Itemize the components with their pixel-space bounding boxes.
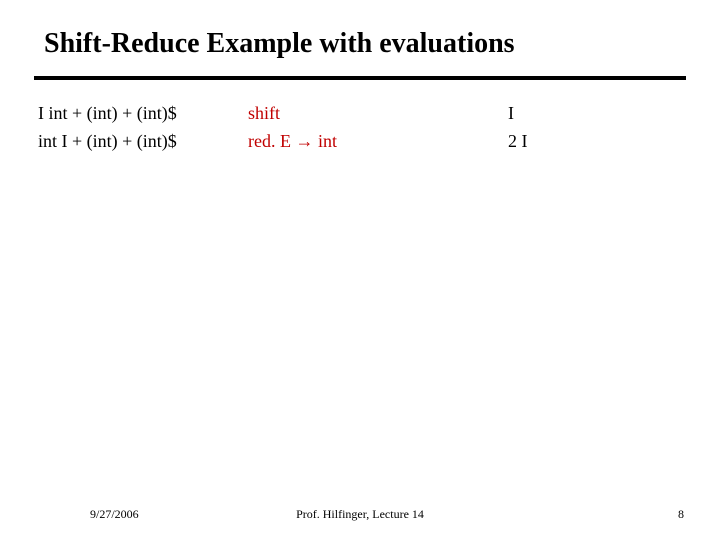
parse-eval: I <box>508 100 514 126</box>
parse-action: shift <box>248 100 508 126</box>
parse-eval: 2 I <box>508 128 528 154</box>
footer-page-number: 8 <box>678 507 684 522</box>
slide-title: Shift-Reduce Example with evaluations <box>36 28 684 60</box>
table-row: int I + (int) + (int)$ red. E → int 2 I <box>38 128 684 154</box>
content-area: I int + (int) + (int)$ shift I int I + (… <box>36 100 684 154</box>
table-row: I int + (int) + (int)$ shift I <box>38 100 684 126</box>
parse-state: I int + (int) + (int)$ <box>38 100 248 126</box>
title-divider <box>34 76 686 80</box>
slide-footer: 9/27/2006 Prof. Hilfinger, Lecture 14 8 <box>0 502 720 522</box>
parse-state: int I + (int) + (int)$ <box>38 128 248 154</box>
slide: Shift-Reduce Example with evaluations I … <box>0 0 720 540</box>
parse-action: red. E → int <box>248 128 508 154</box>
footer-lecture: Prof. Hilfinger, Lecture 14 <box>0 507 720 522</box>
